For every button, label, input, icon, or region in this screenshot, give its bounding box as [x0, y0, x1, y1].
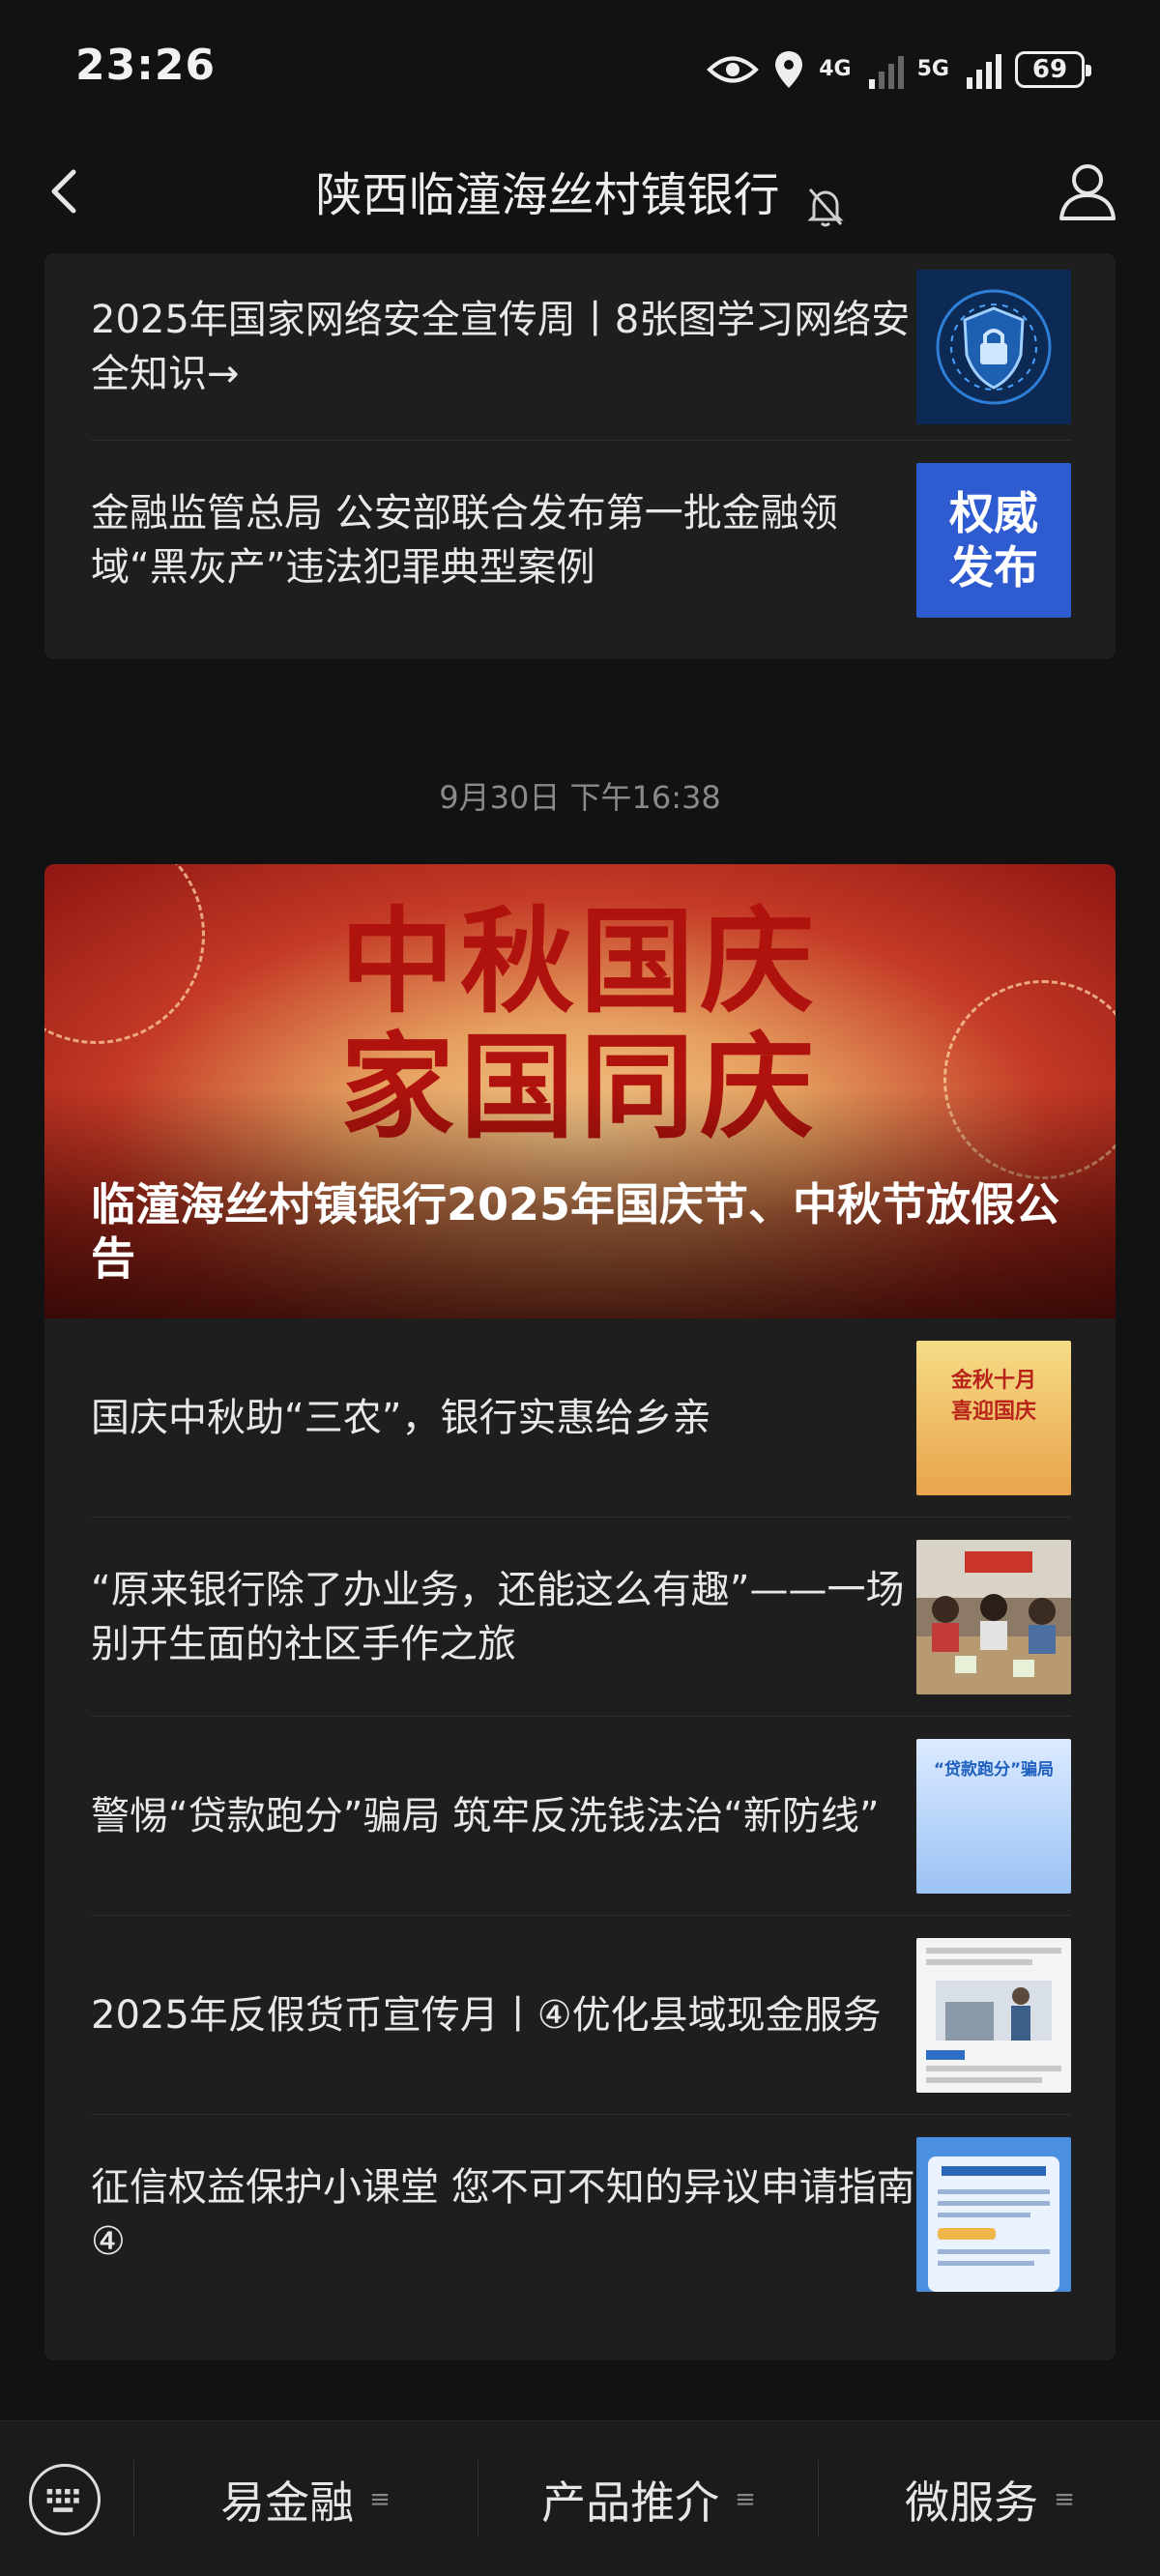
- authority-release-thumbnail: 权威发布: [916, 463, 1071, 618]
- battery-level: 69: [1031, 55, 1068, 84]
- battery-icon: 69: [1015, 51, 1091, 88]
- list-item[interactable]: 金融监管总局 公安部联合发布第一批金融领域“黑灰产”违法犯罪典型案例 权威发布: [44, 441, 1116, 640]
- loan-scam-thumbnail: “贷款跑分”骗局: [916, 1739, 1071, 1894]
- article-title: 金融监管总局 公安部联合发布第一批金融领域“黑灰产”违法犯罪典型案例: [91, 491, 838, 590]
- app-header: 陕西临潼海丝村镇银行: [0, 145, 1160, 251]
- thumbnail-caption: “贷款跑分”骗局: [933, 1760, 1055, 1780]
- list-item[interactable]: 警惕“贷款跑分”骗局 筑牢反洗钱法治“新防线” “贷款跑分”骗局: [44, 1717, 1116, 1916]
- message-timestamp: 9月30日 下午16:38: [439, 779, 721, 816]
- network-4g-label: 4G: [819, 57, 852, 81]
- page-title: 陕西临潼海丝村镇银行: [315, 168, 780, 222]
- status-icons: 4G 5G 69: [707, 43, 1091, 97]
- article-card-previous: 2025年国家网络安全宣传周丨8张图学习网络安全知识→ 金融监管总局 公安部联合…: [44, 253, 1116, 659]
- article-title: 国庆中秋助“三农”，银行实惠给乡亲: [91, 1396, 711, 1440]
- submenu-icon: ≡: [369, 2485, 391, 2514]
- muted-bell-icon: [806, 188, 844, 226]
- list-item[interactable]: 2025年国家网络安全宣传周丨8张图学习网络安全知识→: [44, 253, 1116, 441]
- menu-product-promotion[interactable]: 产品推介 ≡: [479, 2466, 818, 2533]
- list-item[interactable]: “原来银行除了办业务，还能这么有趣”——一场别开生面的社区手作之旅: [44, 1518, 1116, 1717]
- status-bar: 23:26 4G 5G 69: [0, 0, 1160, 145]
- thumbnail-caption: 金秋十月 喜迎国庆: [950, 1369, 1036, 1424]
- header-title-wrap: 陕西临潼海丝村镇银行: [0, 157, 1160, 228]
- menu-label: 易金融: [220, 2476, 355, 2529]
- menu-label: 产品推介: [541, 2476, 720, 2529]
- community-photo-thumbnail: [916, 1540, 1071, 1694]
- banner-line-1: 中秋国庆: [339, 894, 820, 1028]
- article-title: 警惕“贷款跑分”骗局 筑牢反洗钱法治“新防线”: [91, 1794, 880, 1838]
- shield-lock-thumbnail: [916, 270, 1071, 424]
- thumbnail-caption: 权威发布: [949, 487, 1038, 593]
- submenu-icon: ≡: [735, 2485, 756, 2514]
- article-card: 中秋国庆 家国同庆 临潼海丝村镇银行2025年国庆节、中秋节放假公告 国庆中秋助…: [44, 864, 1116, 2360]
- menu-label: 微服务: [905, 2476, 1039, 2529]
- article-title: “原来银行除了办业务，还能这么有趣”——一场别开生面的社区手作之旅: [91, 1568, 905, 1666]
- menu-micro-service[interactable]: 微服务 ≡: [820, 2466, 1160, 2533]
- signal-bars-2-icon: [967, 50, 1001, 89]
- profile-icon[interactable]: [1054, 157, 1121, 224]
- list-item[interactable]: 征信权益保护小课堂 您不可不知的异议申请指南④: [44, 2115, 1116, 2314]
- status-time: 23:26: [75, 41, 217, 90]
- nav-divider: [818, 2460, 819, 2537]
- signal-bars-1-icon: [868, 50, 904, 89]
- eye-icon: [707, 56, 760, 83]
- credit-guide-thumbnail: [916, 2137, 1071, 2292]
- nav-divider: [133, 2460, 134, 2537]
- submenu-icon: ≡: [1054, 2485, 1075, 2514]
- bottom-menu-bar: 易金融 ≡ 产品推介 ≡ 微服务 ≡: [0, 2420, 1160, 2576]
- article-title: 2025年国家网络安全宣传周丨8张图学习网络安全知识→: [91, 298, 911, 396]
- location-icon: [775, 51, 803, 88]
- article-title: 2025年反假货币宣传月丨④优化县域现金服务: [91, 1993, 882, 2038]
- keyboard-icon[interactable]: [29, 2464, 101, 2535]
- list-item[interactable]: 2025年反假货币宣传月丨④优化县域现金服务: [44, 1916, 1116, 2115]
- cash-service-thumbnail: [916, 1938, 1071, 2093]
- golden-october-thumbnail: 金秋十月 喜迎国庆: [916, 1341, 1071, 1495]
- article-title: 征信权益保护小课堂 您不可不知的异议申请指南④: [91, 2165, 915, 2264]
- list-item[interactable]: 国庆中秋助“三农”，银行实惠给乡亲 金秋十月 喜迎国庆: [44, 1318, 1116, 1518]
- hero-banner[interactable]: 中秋国庆 家国同庆 临潼海丝村镇银行2025年国庆节、中秋节放假公告: [44, 864, 1116, 1318]
- hero-article-title: 临潼海丝村镇银行2025年国庆节、中秋节放假公告: [91, 1178, 1060, 1285]
- network-5g-label: 5G: [916, 57, 949, 81]
- menu-yijinrong[interactable]: 易金融 ≡: [135, 2466, 476, 2533]
